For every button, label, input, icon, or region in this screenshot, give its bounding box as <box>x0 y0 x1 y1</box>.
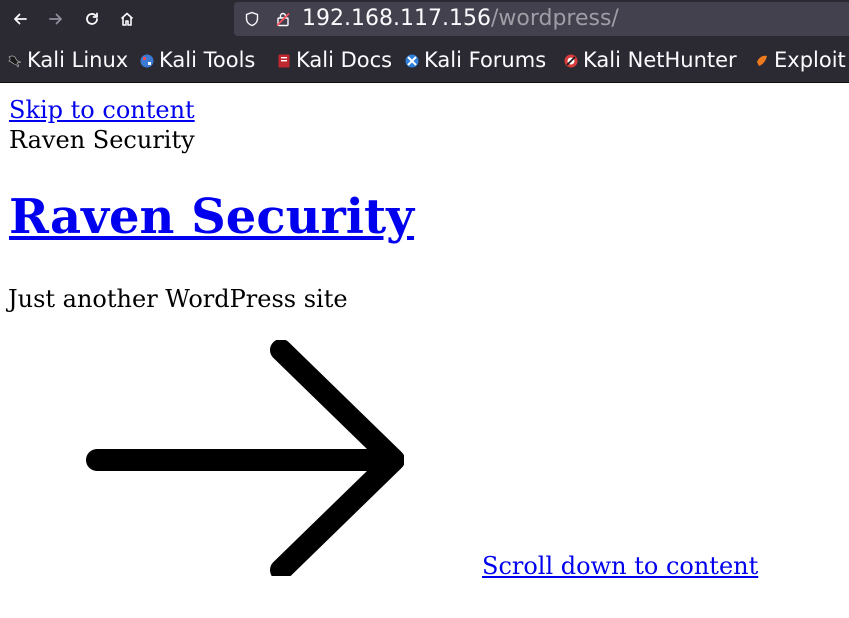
bookmark-kali-forums[interactable]: Kali Forums <box>405 47 546 73</box>
bookmark-label: Kali Forums <box>424 48 547 72</box>
kali-tools-icon <box>140 54 154 68</box>
back-button[interactable] <box>7 6 33 32</box>
bookmark-label: Kali NetHunter <box>583 48 737 72</box>
reload-icon <box>86 12 98 25</box>
back-icon <box>14 13 27 25</box>
reload-button[interactable] <box>79 6 105 32</box>
address-bar[interactable]: 192.168.117.156/wordpress/ <box>234 2 849 36</box>
bookmark-exploit[interactable]: Exploit <box>755 47 846 73</box>
forward-icon <box>49 13 62 25</box>
bookmark-kali-tools[interactable]: Kali Tools <box>140 47 255 73</box>
site-title-link[interactable]: Raven Security <box>9 189 414 245</box>
url-path: /wordpress/ <box>490 6 619 31</box>
bookmarks-toolbar: Kali Linux Kali Tools Kali Docs Kali For… <box>0 38 849 83</box>
kali-docs-icon <box>278 54 290 68</box>
url-host: 192.168.117.156 <box>302 6 491 31</box>
home-button[interactable] <box>114 6 140 32</box>
home-icon <box>120 12 134 26</box>
exploit-db-icon <box>757 55 767 66</box>
browser-toolbar: 192.168.117.156/wordpress/ <box>0 0 849 38</box>
skip-to-content-link[interactable]: Skip to content <box>9 95 195 125</box>
arrow-right-icon <box>86 340 404 576</box>
bookmark-kali-nethunter[interactable]: Kali NetHunter <box>564 47 737 73</box>
forward-button[interactable] <box>43 6 69 32</box>
shield-icon[interactable] <box>244 11 260 27</box>
kali-forums-icon <box>405 54 419 68</box>
kali-dragon-icon <box>8 55 22 68</box>
site-tagline: Just another WordPress site <box>8 285 348 313</box>
kali-nethunter-icon <box>564 54 578 68</box>
bookmark-kali-linux[interactable]: Kali Linux <box>8 47 128 73</box>
bookmark-label: Kali Linux <box>27 48 129 72</box>
insecure-lock-icon[interactable] <box>275 11 291 27</box>
bookmark-kali-docs[interactable]: Kali Docs <box>277 47 392 73</box>
url-text[interactable]: 192.168.117.156/wordpress/ <box>302 6 619 32</box>
page-content: Skip to content Raven Security Raven Sec… <box>0 83 849 618</box>
scroll-down-link[interactable]: Scroll down to content <box>482 551 758 581</box>
site-name: Raven Security <box>9 126 195 154</box>
bookmark-label: Kali Docs <box>296 48 393 72</box>
bookmark-label: Kali Tools <box>159 48 256 72</box>
bookmark-label: Exploit <box>774 48 846 72</box>
site-title: Raven Security <box>9 187 414 247</box>
